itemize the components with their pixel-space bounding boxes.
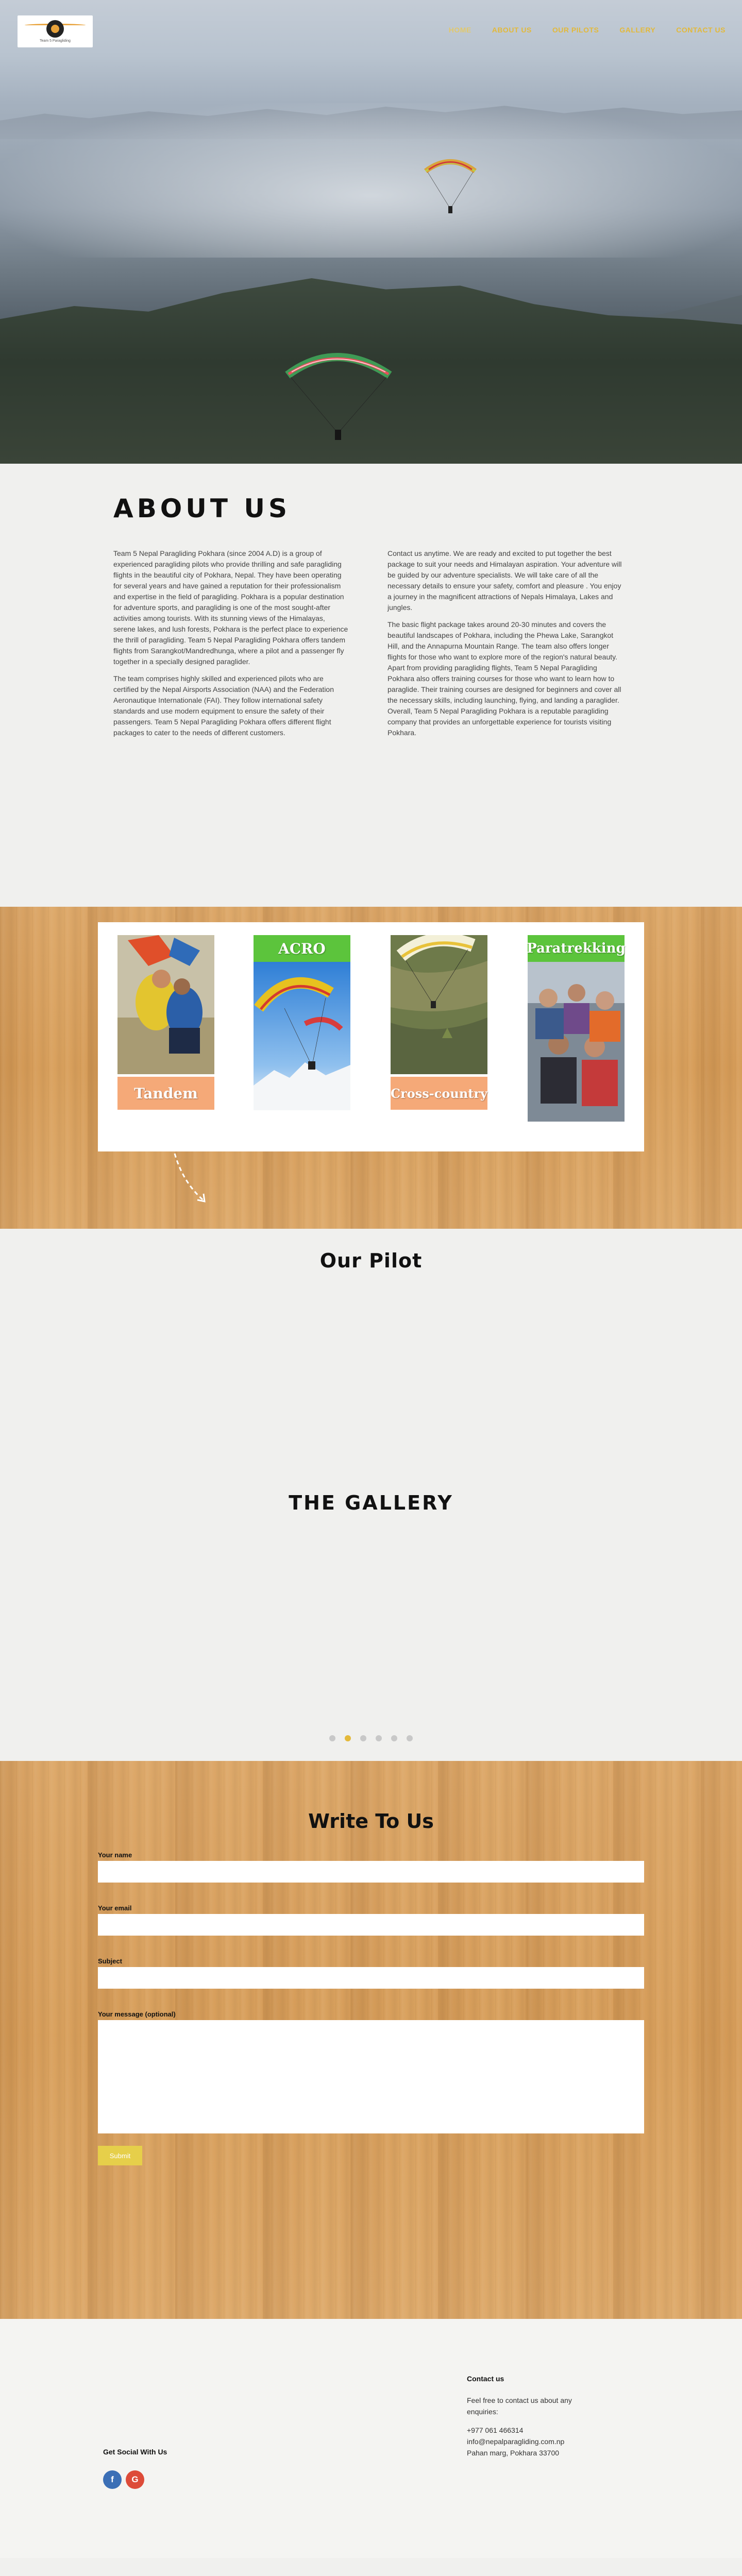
tandem-photo <box>117 935 214 1074</box>
footer-phone[interactable]: +977 061 466314 <box>467 2425 601 2436</box>
subject-field[interactable] <box>98 1967 644 1989</box>
service-label: Paratrekking <box>527 935 626 962</box>
arrow-down-icon <box>174 1153 206 1202</box>
message-label: Your message (optional) <box>98 2010 176 2018</box>
footer-contact-title: Contact us <box>467 2375 504 2383</box>
service-paratrekking[interactable]: Paratrekking <box>527 935 626 1124</box>
service-acro[interactable]: ACRO <box>254 935 350 1113</box>
form-title: Write To Us <box>308 1810 434 1833</box>
about-section: ABOUT US Team 5 Nepal Paragliding Pokhar… <box>0 464 742 907</box>
gallery-dot[interactable] <box>407 1735 413 1741</box>
footer-email[interactable]: info@nepalparagliding.com.np <box>467 2436 601 2447</box>
footer-address: Pahan marg, Pokhara 33700 <box>467 2449 560 2457</box>
social-title: Get Social With Us <box>103 2448 167 2456</box>
gallery-section: THE GALLERY <box>0 1476 742 1761</box>
gallery-dot[interactable] <box>391 1735 397 1741</box>
facebook-icon[interactable]: f <box>103 2470 122 2489</box>
about-paragraph: Team 5 Nepal Paragliding Pokhara (since … <box>113 549 348 666</box>
email-field[interactable] <box>98 1914 644 1936</box>
hero-clouds <box>0 103 742 258</box>
nav-about-us[interactable]: ABOUT US <box>492 26 532 34</box>
site-logo[interactable]: Team 5 Paragliding <box>18 15 93 47</box>
name-field[interactable] <box>98 1861 644 1883</box>
hero-banner: Team 5 Paragliding HOME ABOUT US OUR PIL… <box>0 0 742 464</box>
site-footer: Contact us Feel free to contact us about… <box>0 2319 742 2558</box>
pilot-title: Our Pilot <box>319 1249 423 1272</box>
about-paragraph: The team comprises highly skilled and ex… <box>113 674 334 737</box>
paraglider-icon <box>285 353 392 440</box>
service-cross-country[interactable]: Cross-country <box>391 933 487 1110</box>
acro-photo <box>254 962 350 1110</box>
footer-contact-text: Feel free to contact us about any enquir… <box>467 2396 572 2416</box>
service-label: Tandem <box>117 1077 214 1110</box>
gallery-dot[interactable] <box>329 1735 335 1741</box>
service-label: Cross-country <box>391 1077 487 1110</box>
nav-our-pilots[interactable]: OUR PILOTS <box>552 26 599 34</box>
about-paragraph: Contact us anytime. We are ready and exc… <box>387 549 622 612</box>
footer-social: Get Social With Us f G <box>103 2448 167 2489</box>
gallery-dot[interactable] <box>376 1735 382 1741</box>
cross-country-photo <box>391 933 487 1074</box>
nav-gallery[interactable]: GALLERY <box>619 26 655 34</box>
paraglider-icon <box>424 159 477 213</box>
pilot-section: Our Pilot <box>0 1229 742 1476</box>
email-label: Your email <box>98 1904 132 1912</box>
gallery-dot-active[interactable] <box>345 1735 351 1741</box>
submit-button[interactable]: Submit <box>98 2146 142 2165</box>
name-label: Your name <box>98 1851 132 1859</box>
main-nav: HOME ABOUT US OUR PILOTS GALLERY CONTACT… <box>449 26 726 34</box>
logo-mark <box>46 20 64 38</box>
gallery-pagination <box>0 1735 742 1741</box>
contact-form: Your name Your email Subject Your messag… <box>98 1851 644 2165</box>
gallery-dot[interactable] <box>360 1735 366 1741</box>
gallery-title: THE GALLERY <box>289 1492 453 1514</box>
about-paragraph: The basic flight package takes around 20… <box>387 620 621 737</box>
service-label: ACRO <box>254 935 350 962</box>
footer-contact: Contact us Feel free to contact us about… <box>467 2373 601 2459</box>
subject-label: Subject <box>98 1957 122 1965</box>
paratrekking-photo <box>528 962 625 1122</box>
about-left-column: Team 5 Nepal Paragliding Pokhara (since … <box>113 548 348 744</box>
contact-form-section: Write To Us Your name Your email Subject… <box>0 1761 742 2319</box>
about-title: ABOUT US <box>113 494 291 523</box>
about-right-column: Contact us anytime. We are ready and exc… <box>387 548 622 744</box>
nav-contact-us[interactable]: CONTACT US <box>676 26 726 34</box>
message-field[interactable] <box>98 2020 644 2133</box>
services-section: Tandem ACRO Cross-country Paratrekking <box>0 907 742 1229</box>
services-card: Tandem ACRO Cross-country Paratrekking <box>98 922 644 1151</box>
logo-text: Team 5 Paragliding <box>40 39 71 43</box>
google-plus-icon[interactable]: G <box>126 2470 144 2489</box>
service-tandem[interactable]: Tandem <box>117 935 214 1110</box>
nav-home[interactable]: HOME <box>449 26 471 34</box>
